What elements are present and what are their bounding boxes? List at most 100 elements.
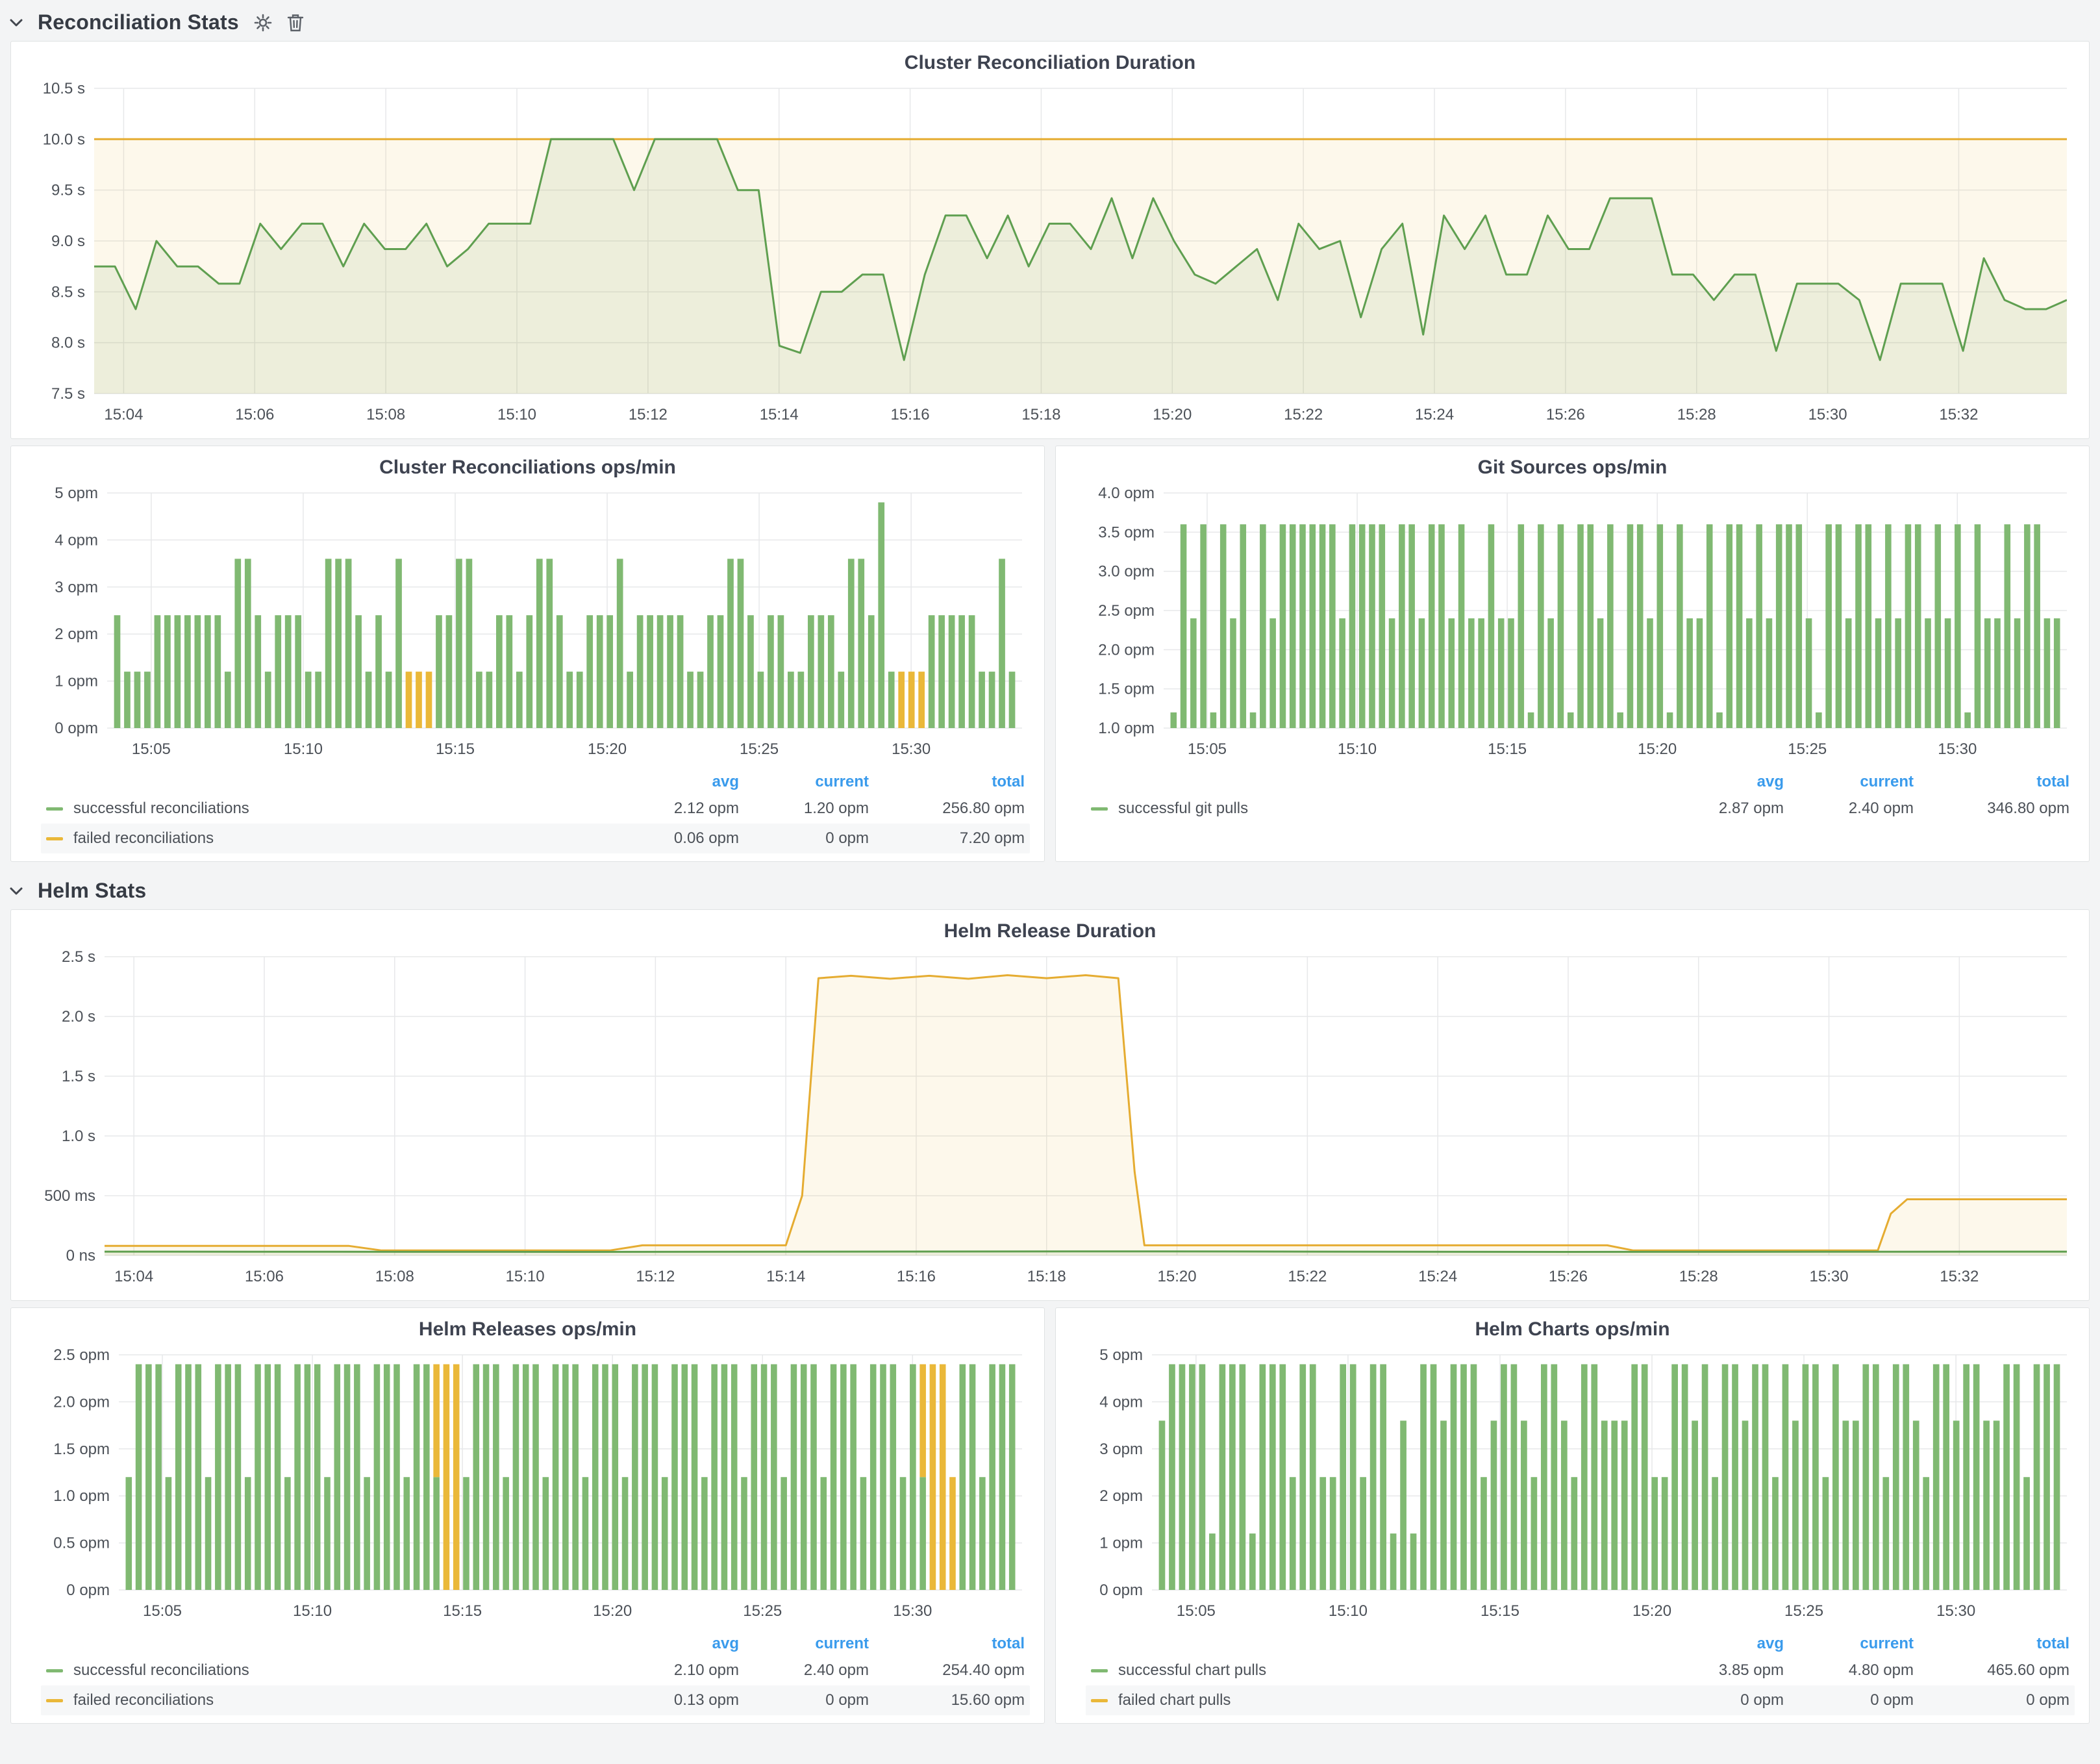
legend-header: avgcurrenttotal — [1086, 770, 2075, 794]
svg-text:15:22: 15:22 — [1288, 1268, 1327, 1285]
section-header-reconciliation-stats[interactable]: Reconciliation Stats — [0, 3, 2100, 41]
legend: avgcurrenttotal successful reconciliation… — [21, 766, 1034, 855]
svg-text:15:30: 15:30 — [892, 740, 931, 758]
svg-text:3.0 opm: 3.0 opm — [1098, 563, 1155, 581]
legend-series-label[interactable]: successful reconciliations — [73, 1661, 609, 1680]
svg-text:1.5 s: 1.5 s — [62, 1068, 95, 1085]
legend-row: failed chart pulls0 opm0 opm0 opm — [1086, 1685, 2075, 1715]
panel-title[interactable]: Git Sources ops/min — [1066, 453, 2079, 483]
svg-text:10.0 s: 10.0 s — [43, 131, 85, 148]
svg-text:15:12: 15:12 — [629, 406, 668, 423]
svg-text:15:16: 15:16 — [891, 406, 930, 423]
svg-text:15:25: 15:25 — [740, 740, 779, 758]
chevron-down-icon[interactable] — [9, 18, 23, 27]
legend-sort-current[interactable]: current — [739, 1635, 869, 1653]
svg-text:5 opm: 5 opm — [55, 485, 98, 502]
svg-text:15:30: 15:30 — [1938, 740, 1977, 758]
svg-text:15:04: 15:04 — [114, 1268, 153, 1285]
svg-text:2.0 s: 2.0 s — [62, 1008, 95, 1026]
dashboard-page: Reconciliation Stats — [0, 0, 2100, 1764]
legend-sort-avg[interactable]: avg — [1654, 773, 1784, 791]
legend-series-swatch — [1091, 807, 1108, 811]
chevron-down-icon[interactable] — [9, 887, 23, 896]
svg-text:10.5 s: 10.5 s — [43, 80, 85, 97]
svg-text:0 opm: 0 opm — [66, 1581, 110, 1599]
legend-value: 0 opm — [739, 1691, 869, 1709]
svg-text:15:25: 15:25 — [1788, 740, 1827, 758]
legend-series-label[interactable]: successful git pulls — [1118, 800, 1654, 818]
svg-text:15:26: 15:26 — [1546, 406, 1585, 423]
svg-text:15:26: 15:26 — [1549, 1268, 1588, 1285]
helm-release-duration-chart[interactable]: 15:0415:0615:0815:1015:1215:1415:1615:18… — [21, 946, 2077, 1291]
legend-sort-total[interactable]: total — [1914, 773, 2069, 791]
svg-text:15:05: 15:05 — [1177, 1602, 1216, 1620]
legend-value: 0 opm — [1784, 1691, 1914, 1709]
panel-cluster-reconciliations-opm: Cluster Reconciliations ops/min 15:0515:… — [10, 446, 1045, 862]
section-title[interactable]: Helm Stats — [38, 879, 146, 903]
helm-releases-chart[interactable]: 15:0515:1015:1515:2015:2515:300 opm0.5 o… — [21, 1344, 1032, 1625]
panel-helm-release-duration: Helm Release Duration 15:0415:0615:0815:… — [10, 909, 2090, 1301]
trash-icon[interactable] — [287, 13, 304, 32]
legend-header: avgcurrenttotal — [1086, 1632, 2075, 1656]
legend-value: 346.80 opm — [1914, 800, 2069, 818]
panel-title[interactable]: Cluster Reconciliations ops/min — [21, 453, 1034, 483]
legend-value: 2.87 opm — [1654, 800, 1784, 818]
legend-sort-total[interactable]: total — [869, 1635, 1025, 1653]
legend-sort-avg[interactable]: avg — [609, 1635, 739, 1653]
legend: avgcurrenttotal successful reconciliation… — [21, 1628, 1034, 1717]
svg-text:0 opm: 0 opm — [1099, 1581, 1143, 1599]
legend-series-label[interactable]: successful reconciliations — [73, 800, 609, 818]
svg-text:8.5 s: 8.5 s — [51, 283, 85, 301]
legend-value: 254.40 opm — [869, 1661, 1025, 1680]
legend-value: 2.40 opm — [739, 1661, 869, 1680]
svg-text:0 ns: 0 ns — [66, 1247, 95, 1265]
svg-text:2 opm: 2 opm — [55, 625, 98, 643]
svg-text:15:20: 15:20 — [1158, 1268, 1197, 1285]
svg-text:15:10: 15:10 — [284, 740, 323, 758]
gear-icon[interactable] — [253, 13, 273, 32]
panel-title[interactable]: Helm Releases ops/min — [21, 1315, 1034, 1344]
svg-text:4 opm: 4 opm — [55, 531, 98, 549]
svg-text:500 ms: 500 ms — [44, 1187, 95, 1205]
svg-text:15:28: 15:28 — [1677, 406, 1716, 423]
panel-title[interactable]: Helm Charts ops/min — [1066, 1315, 2079, 1344]
legend-series-swatch — [46, 1669, 63, 1672]
svg-text:15:08: 15:08 — [375, 1268, 414, 1285]
legend-sort-current[interactable]: current — [739, 773, 869, 791]
legend-sort-total[interactable]: total — [1914, 1635, 2069, 1653]
legend-value: 2.10 opm — [609, 1661, 739, 1680]
svg-text:15:24: 15:24 — [1415, 406, 1454, 423]
git-sources-chart[interactable]: 15:0515:1015:1515:2015:2515:301.0 opm1.5… — [1066, 483, 2077, 763]
cluster-reconciliation-duration-chart[interactable]: 15:0415:0615:0815:1015:1215:1415:1615:18… — [21, 78, 2077, 429]
legend-sort-total[interactable]: total — [869, 773, 1025, 791]
svg-text:15:20: 15:20 — [593, 1602, 632, 1620]
legend-series-label[interactable]: successful chart pulls — [1118, 1661, 1654, 1680]
legend-value: 1.20 opm — [739, 800, 869, 818]
legend-series-label[interactable]: failed reconciliations — [73, 1691, 609, 1709]
legend-row: successful reconciliations2.12 opm1.20 o… — [41, 794, 1030, 824]
legend-sort-avg[interactable]: avg — [1654, 1635, 1784, 1653]
svg-text:15:22: 15:22 — [1284, 406, 1323, 423]
svg-text:1 opm: 1 opm — [1099, 1535, 1143, 1552]
svg-text:2.5 opm: 2.5 opm — [1098, 602, 1155, 620]
row-duration: Cluster Reconciliation Duration 15:0415:… — [0, 41, 2100, 439]
legend-series-label[interactable]: failed chart pulls — [1118, 1691, 1654, 1709]
panel-helm-charts-opm: Helm Charts ops/min 15:0515:1015:1515:20… — [1055, 1307, 2090, 1724]
legend: avgcurrenttotalsuccessful chart pulls3.8… — [1066, 1628, 2079, 1717]
panel-title[interactable]: Cluster Reconciliation Duration — [21, 48, 2079, 78]
helm-charts-chart[interactable]: 15:0515:1015:1515:2015:2515:300 opm1 opm… — [1066, 1344, 2077, 1625]
legend-sort-avg[interactable]: avg — [609, 773, 739, 791]
legend-series-label[interactable]: failed reconciliations — [73, 829, 609, 848]
svg-text:15:30: 15:30 — [1936, 1602, 1975, 1620]
legend-value: 0 opm — [739, 829, 869, 848]
legend-value: 4.80 opm — [1784, 1661, 1914, 1680]
cluster-reconciliations-chart[interactable]: 15:0515:1015:1515:2015:2515:300 opm1 opm… — [21, 483, 1032, 763]
svg-text:15:20: 15:20 — [588, 740, 627, 758]
legend-sort-current[interactable]: current — [1784, 1635, 1914, 1653]
section-header-helm-stats[interactable]: Helm Stats — [0, 871, 2100, 909]
legend-value: 0.13 opm — [609, 1691, 739, 1709]
panel-title[interactable]: Helm Release Duration — [21, 916, 2079, 946]
section-title[interactable]: Reconciliation Stats — [38, 10, 239, 34]
legend-sort-current[interactable]: current — [1784, 773, 1914, 791]
legend-value: 0.06 opm — [609, 829, 739, 848]
